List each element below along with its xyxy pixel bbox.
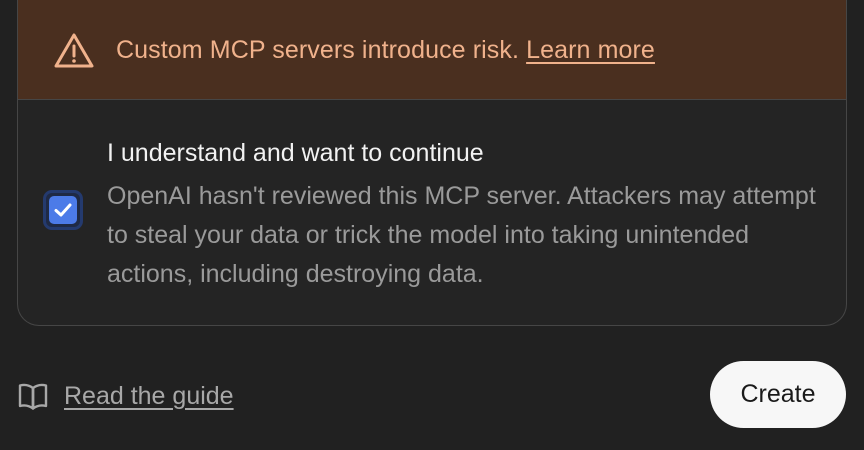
warning-banner: Custom MCP servers introduce risk. Learn… — [18, 0, 846, 100]
warning-message-text: Custom MCP servers introduce risk. — [116, 36, 527, 64]
checkmark-icon — [54, 203, 72, 217]
read-guide-link[interactable]: Read the guide — [17, 378, 234, 414]
warning-message: Custom MCP servers introduce risk. Learn… — [116, 36, 655, 65]
learn-more-link[interactable]: Learn more — [526, 36, 655, 64]
book-icon — [18, 383, 48, 410]
read-guide-label: Read the guide — [64, 381, 234, 410]
warning-triangle-icon — [54, 33, 94, 68]
consent-title: I understand and want to continue — [107, 139, 484, 167]
consent-description: OpenAI hasn't reviewed this MCP server. … — [107, 182, 816, 288]
risk-card: Custom MCP servers introduce risk. Learn… — [17, 0, 847, 326]
consent-checkbox[interactable] — [43, 190, 83, 230]
create-button[interactable]: Create — [710, 361, 846, 428]
